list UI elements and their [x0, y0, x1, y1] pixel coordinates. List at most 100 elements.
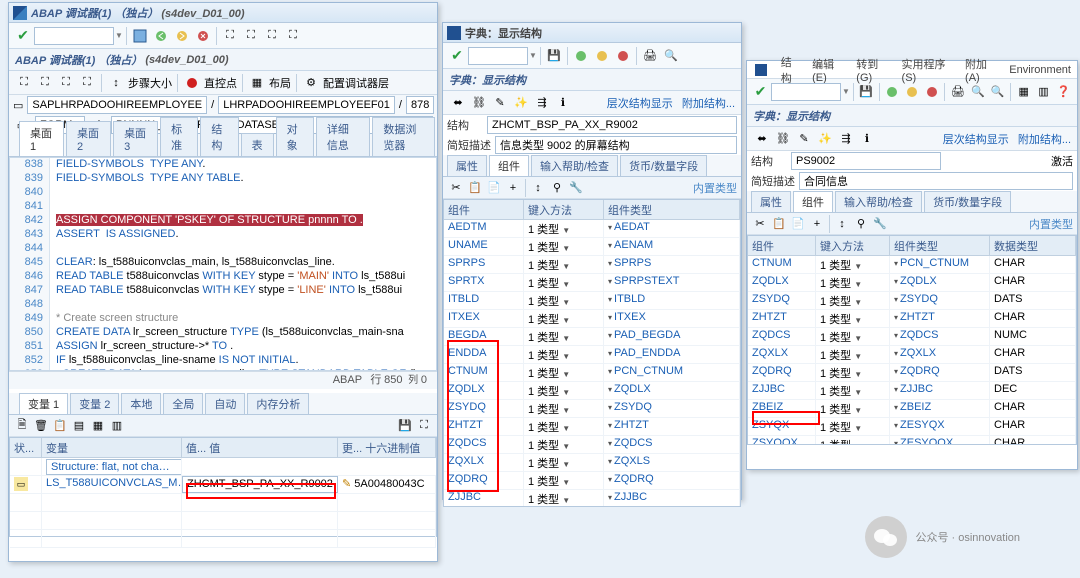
whereused-icon[interactable]: ⇶: [837, 130, 855, 148]
component-row[interactable]: ZQDCS1 类型 ▼▾ZQDCS: [444, 436, 740, 454]
tab-auto[interactable]: 自动: [205, 393, 245, 414]
tab-local[interactable]: 本地: [121, 393, 161, 414]
delete-icon[interactable]: 🗑: [32, 417, 50, 435]
insert-icon[interactable]: +: [808, 215, 826, 233]
code-editor[interactable]: 838FIELD-SYMBOLS TYPE ANY.839FIELD-SYMBO…: [9, 157, 437, 371]
fullscreen-icon[interactable]: ⛶: [415, 417, 433, 435]
tool-icon[interactable]: 🔧: [567, 179, 585, 197]
tab-memory[interactable]: 内存分析: [247, 393, 309, 414]
transaction-input[interactable]: [34, 27, 114, 45]
find-next-icon[interactable]: 🔍: [988, 82, 1007, 102]
comp-grid-right[interactable]: 组件 键入方法 组件类型 数据类型 CTNUM1 类型 ▼▾PCN_CTNUMC…: [747, 235, 1077, 445]
toolbar-cancel-icon[interactable]: [193, 26, 213, 46]
tab-detail[interactable]: 详细信息: [316, 117, 371, 156]
code-line[interactable]: 852IF ls_t588uiconvclas_line-sname IS NO…: [10, 354, 436, 368]
tab-desk3[interactable]: 桌面 3: [113, 121, 158, 156]
cancel-icon[interactable]: [613, 46, 633, 66]
info-icon[interactable]: ℹ: [858, 130, 876, 148]
component-row[interactable]: ZQDCS1 类型 ▼▾ZQDCSNUMC: [748, 328, 1076, 346]
code-line[interactable]: 838FIELD-SYMBOLS TYPE ANY.: [10, 158, 436, 172]
component-row[interactable]: ZQDRQ1 类型 ▼▾ZQDRQ: [444, 472, 740, 490]
tab-object[interactable]: 对象: [276, 117, 314, 156]
config-icon[interactable]: ⚙: [302, 74, 320, 92]
transaction-input[interactable]: [468, 47, 528, 65]
component-row[interactable]: ZHTZT1 类型 ▼▾ZHTZT: [444, 418, 740, 436]
component-row[interactable]: UNAME1 类型 ▼▾AENAM: [444, 238, 740, 256]
append-link[interactable]: 附加结构...: [682, 95, 735, 111]
component-row[interactable]: ZSYQQX1 类型 ▼▾ZESYQQXCHAR: [748, 436, 1076, 445]
component-row[interactable]: BEGDA1 类型 ▼▾PAD_BEGDA: [444, 328, 740, 346]
tab-var2[interactable]: 变量 2: [70, 393, 119, 414]
execute-icon[interactable]: ✔: [13, 26, 33, 46]
append-link[interactable]: 附加结构...: [1018, 131, 1071, 147]
line-field[interactable]: 878: [406, 96, 434, 114]
whereused-icon[interactable]: ⇶: [533, 94, 551, 112]
print-icon[interactable]: 🖨: [948, 82, 967, 102]
hier-link[interactable]: 层次结构显示: [607, 95, 673, 111]
tab-comp[interactable]: 组件: [793, 191, 833, 212]
code-line[interactable]: 850CREATE DATA lr_screen_structure TYPE …: [10, 326, 436, 340]
tab-comp[interactable]: 组件: [489, 155, 529, 176]
display-icon[interactable]: ⬌: [449, 94, 467, 112]
variable-row[interactable]: ▭LS_T588UICONVCLAS_M…ZHCMT_BSP_PA_XX_R90…: [10, 476, 436, 494]
variable-row[interactable]: Structure: flat, not cha…2000200020C: [10, 458, 436, 476]
table-icon[interactable]: ▥: [108, 417, 126, 435]
component-row[interactable]: ZHTZT1 类型 ▼▾ZHTZTCHAR: [748, 310, 1076, 328]
execute-icon[interactable]: ✔: [751, 82, 770, 102]
pencil-icon[interactable]: ✎: [491, 94, 509, 112]
code-line[interactable]: 849* Create screen structure: [10, 312, 436, 326]
struct-name-field[interactable]: ZHCMT_BSP_PA_XX_R9002: [487, 116, 737, 134]
print-icon[interactable]: 🖨: [640, 46, 660, 66]
doc-icon[interactable]: ▭: [13, 96, 23, 114]
menu-util[interactable]: 实用程序(S): [902, 56, 954, 84]
comp-grid-mid[interactable]: 组件 键入方法 组件类型 AEDTM1 类型 ▼▾AEDATUNAME1 类型 …: [443, 199, 741, 507]
tab-curr[interactable]: 货币/数量字段: [924, 191, 1011, 212]
code-line[interactable]: 848: [10, 298, 436, 312]
toggle-icon[interactable]: ▥: [1034, 82, 1053, 102]
exit-icon[interactable]: [592, 46, 612, 66]
tab-table[interactable]: 表: [241, 133, 274, 156]
cut-icon[interactable]: ✂: [751, 215, 769, 233]
menu-extra[interactable]: 附加(A): [965, 56, 997, 84]
struct-name-field[interactable]: PS9002: [791, 152, 941, 170]
component-row[interactable]: ZJJBC1 类型 ▼▾ZJJBCDEC: [748, 382, 1076, 400]
breakpoint-red-icon[interactable]: [183, 74, 201, 92]
tab-help[interactable]: 输入帮助/检查: [531, 155, 618, 176]
code-line[interactable]: 845CLEAR: ls_t588uiconvclas_main, ls_t58…: [10, 256, 436, 270]
step-small-icon[interactable]: ⛶: [57, 74, 75, 92]
toolbar-exit-icon[interactable]: [172, 26, 192, 46]
find-icon[interactable]: 🔍: [661, 46, 681, 66]
component-row[interactable]: ZQDRQ1 类型 ▼▾ZQDRQDATS: [748, 364, 1076, 382]
find-icon[interactable]: 🔍: [968, 82, 987, 102]
sap-icon[interactable]: [753, 61, 769, 79]
component-row[interactable]: CTNUM1 类型 ▼▾PCN_CTNUMCHAR: [748, 256, 1076, 274]
code-line[interactable]: 844: [10, 242, 436, 256]
step-size-icon[interactable]: ↕: [107, 74, 125, 92]
code-line[interactable]: 842ASSIGN COMPONENT 'PSKEY' OF STRUCTURE…: [10, 214, 436, 228]
component-row[interactable]: SPRTX1 类型 ▼▾SPRPSTEXT: [444, 274, 740, 292]
activate-icon[interactable]: ✨: [512, 94, 530, 112]
tab-attr[interactable]: 属性: [751, 191, 791, 212]
sort-icon[interactable]: ↕: [529, 179, 547, 197]
exit-icon[interactable]: [903, 82, 922, 102]
nav-icon[interactable]: ⛓: [774, 130, 792, 148]
include-field[interactable]: LHRPADOOHIREEMPLOYEEF01: [218, 96, 395, 114]
component-row[interactable]: ITBLD1 类型 ▼▾ITBLD: [444, 292, 740, 310]
info-icon[interactable]: ℹ: [554, 94, 572, 112]
overview-icon[interactable]: ▦: [1014, 82, 1033, 102]
save-icon[interactable]: 💾: [396, 417, 414, 435]
component-row[interactable]: ZQDLX1 类型 ▼▾ZQDLX: [444, 382, 740, 400]
code-line[interactable]: 846READ TABLE t588uiconvclas WITH KEY st…: [10, 270, 436, 284]
step-over-icon[interactable]: ⛶: [241, 26, 261, 46]
variable-row[interactable]: [10, 512, 436, 530]
code-line[interactable]: 843ASSERT IS ASSIGNED.: [10, 228, 436, 242]
component-row[interactable]: ITXEX1 类型 ▼▾ITXEX: [444, 310, 740, 328]
copy-icon[interactable]: 📋: [466, 179, 484, 197]
filter-icon[interactable]: ⚲: [852, 215, 870, 233]
tab-desk2[interactable]: 桌面 2: [66, 121, 111, 156]
tab-standard[interactable]: 标准: [160, 117, 198, 156]
desc-field[interactable]: 合同信息: [799, 172, 1073, 190]
variable-row[interactable]: [10, 530, 436, 548]
save-icon[interactable]: 💾: [857, 82, 876, 102]
pencil-icon[interactable]: ✎: [795, 130, 813, 148]
